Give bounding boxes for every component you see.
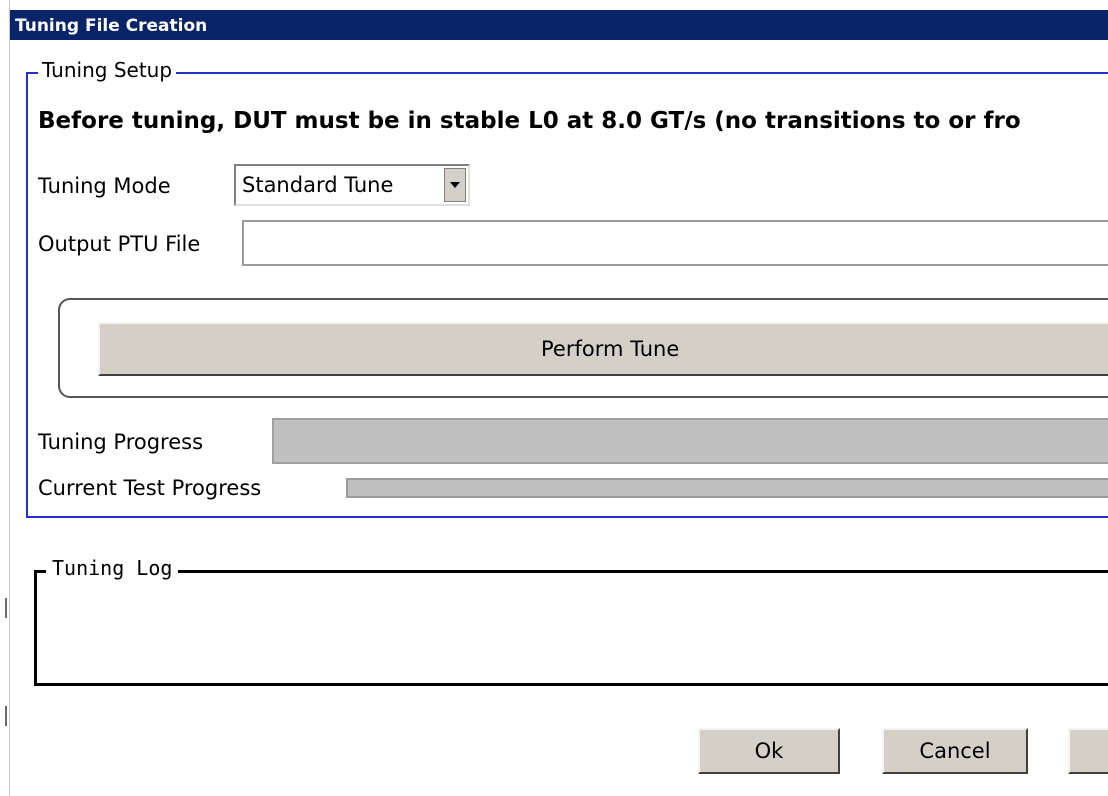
tuning-mode-select[interactable]: Standard Tune <box>234 164 470 206</box>
tuning-progress-bar <box>272 418 1108 464</box>
title-bar: Tuning File Creation <box>10 10 1108 40</box>
window-title: Tuning File Creation <box>15 16 208 36</box>
tuning-progress-track <box>274 420 1108 462</box>
edge-mark <box>5 706 7 726</box>
chevron-down-icon <box>450 182 460 188</box>
current-test-progress-track <box>348 480 1108 496</box>
cancel-button[interactable]: Cancel <box>882 728 1028 774</box>
tuning-setup-legend: Tuning Setup <box>38 58 177 82</box>
tuning-warning-text: Before tuning, DUT must be in stable L0 … <box>38 108 1021 134</box>
perform-tune-button[interactable]: Perform Tune <box>98 322 1108 376</box>
tuning-dialog: Tuning File Creation Tuning Setup Before… <box>10 0 1108 796</box>
tuning-mode-value: Standard Tune <box>242 173 394 197</box>
output-ptu-file-input[interactable] <box>242 220 1108 266</box>
tuning-mode-label: Tuning Mode <box>38 174 171 198</box>
tuning-progress-label: Tuning Progress <box>38 430 204 454</box>
partial-button[interactable] <box>1068 728 1108 774</box>
ok-button[interactable]: Ok <box>698 728 840 774</box>
tuning-log-legend: Tuning Log <box>46 556 179 580</box>
edge-mark <box>5 598 7 618</box>
tuning-log-box <box>34 570 1108 686</box>
current-test-progress-bar <box>346 478 1108 498</box>
output-ptu-file-label: Output PTU File <box>38 232 201 256</box>
current-test-progress-label: Current Test Progress <box>38 476 262 500</box>
dropdown-arrow-button[interactable] <box>444 168 466 202</box>
